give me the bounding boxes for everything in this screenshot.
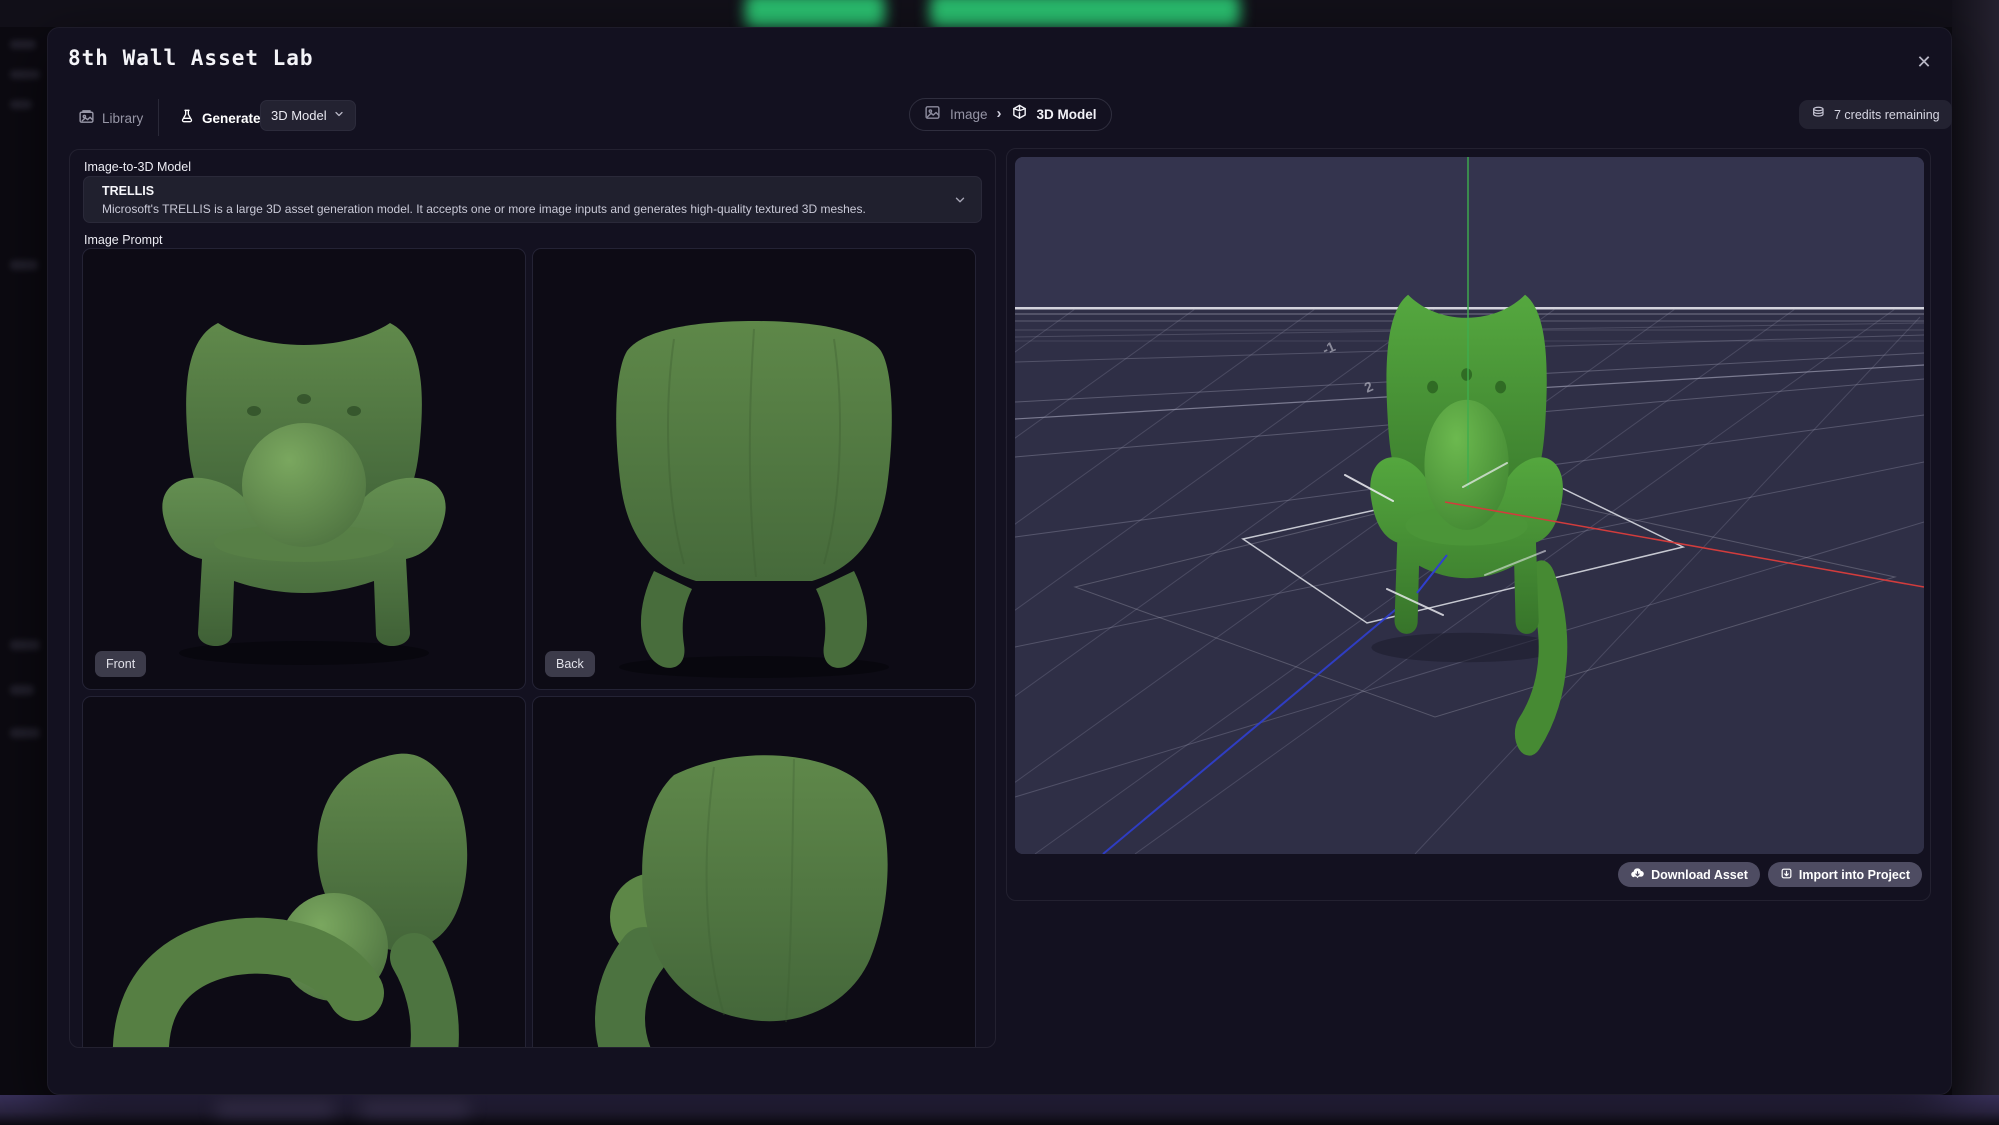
close-button[interactable]: ✕ [1910,48,1938,76]
background-green-blob [930,0,1240,28]
background-green-blob [745,0,885,28]
3d-viewport[interactable]: -1 2 [1015,157,1924,854]
library-label: Library [102,111,143,126]
chair-quarter-image [533,697,975,1048]
import-into-project-button[interactable]: Import into Project [1768,862,1922,887]
chair-back-image [533,249,975,689]
cube-icon [1011,104,1028,126]
background-right-strip [1952,0,1999,1125]
toolbar-divider [158,99,159,136]
import-into-project-label: Import into Project [1799,868,1910,882]
model-type-selector[interactable]: 3D Model [260,100,356,131]
breadcrumb-step-image[interactable]: Image [950,107,988,122]
background-glow [360,1098,470,1114]
background-sidebar-blob [10,685,34,695]
chevron-down-icon [953,193,967,212]
background-sidebar-blob [10,640,40,650]
download-asset-label: Download Asset [1651,868,1748,882]
asset-lab-modal: 8th Wall Asset Lab ✕ Library Generate 3D… [47,27,1952,1095]
chair-front-image [83,249,525,689]
background-glow [215,1098,335,1114]
toolbar: Library Generate 3D Model Image [48,98,1953,138]
background-sidebar-blob [10,260,38,270]
image-prompt-card-side[interactable] [82,696,526,1048]
model-select[interactable]: TRELLIS Microsoft's TRELLIS is a large 3… [83,176,982,223]
image-icon [924,104,941,126]
breadcrumb: Image › 3D Model [909,98,1112,131]
cloud-download-icon [1630,866,1645,884]
image-prompt-card-front[interactable]: Front [82,248,526,690]
import-box-icon [1780,867,1793,883]
download-asset-button[interactable]: Download Asset [1618,862,1760,887]
image-prompt-card-back[interactable]: Back [532,248,976,690]
credits-label: 7 credits remaining [1834,108,1940,122]
image-prompt-card-quarter[interactable] [532,696,976,1048]
page-title: 8th Wall Asset Lab [68,46,314,70]
coins-icon [1811,105,1827,124]
model-description: Microsoft's TRELLIS is a large 3D asset … [102,202,866,216]
viewport-actions: Download Asset Import into Project [1618,862,1922,887]
viewport-panel: -1 2 [1006,148,1931,901]
generate-label: Generate [202,111,261,126]
breadcrumb-step-3d-model[interactable]: 3D Model [1037,107,1097,122]
generation-settings-panel: Image-to-3D Model TRELLIS Microsoft's TR… [69,149,996,1048]
chevron-right-icon: › [997,105,1002,122]
model-type-label: 3D Model [271,108,327,123]
3d-scene: -1 2 [1015,157,1924,854]
credits-badge: 7 credits remaining [1799,100,1952,129]
view-badge: Front [95,651,146,677]
generate-button[interactable]: Generate [179,103,261,133]
model-name: TRELLIS [102,184,154,198]
chevron-down-icon [333,108,345,123]
background-sidebar-blob [10,728,40,738]
chair-side-image [83,697,525,1048]
flask-icon [179,109,195,128]
background-sidebar-blob [10,100,32,109]
library-icon [78,108,95,128]
image-prompt-label: Image Prompt [84,233,163,247]
background-sidebar-blob [10,40,36,49]
library-button[interactable]: Library [78,103,143,133]
view-badge: Back [545,651,595,677]
background-sidebar-blob [10,70,40,79]
model-section-label: Image-to-3D Model [84,160,191,174]
